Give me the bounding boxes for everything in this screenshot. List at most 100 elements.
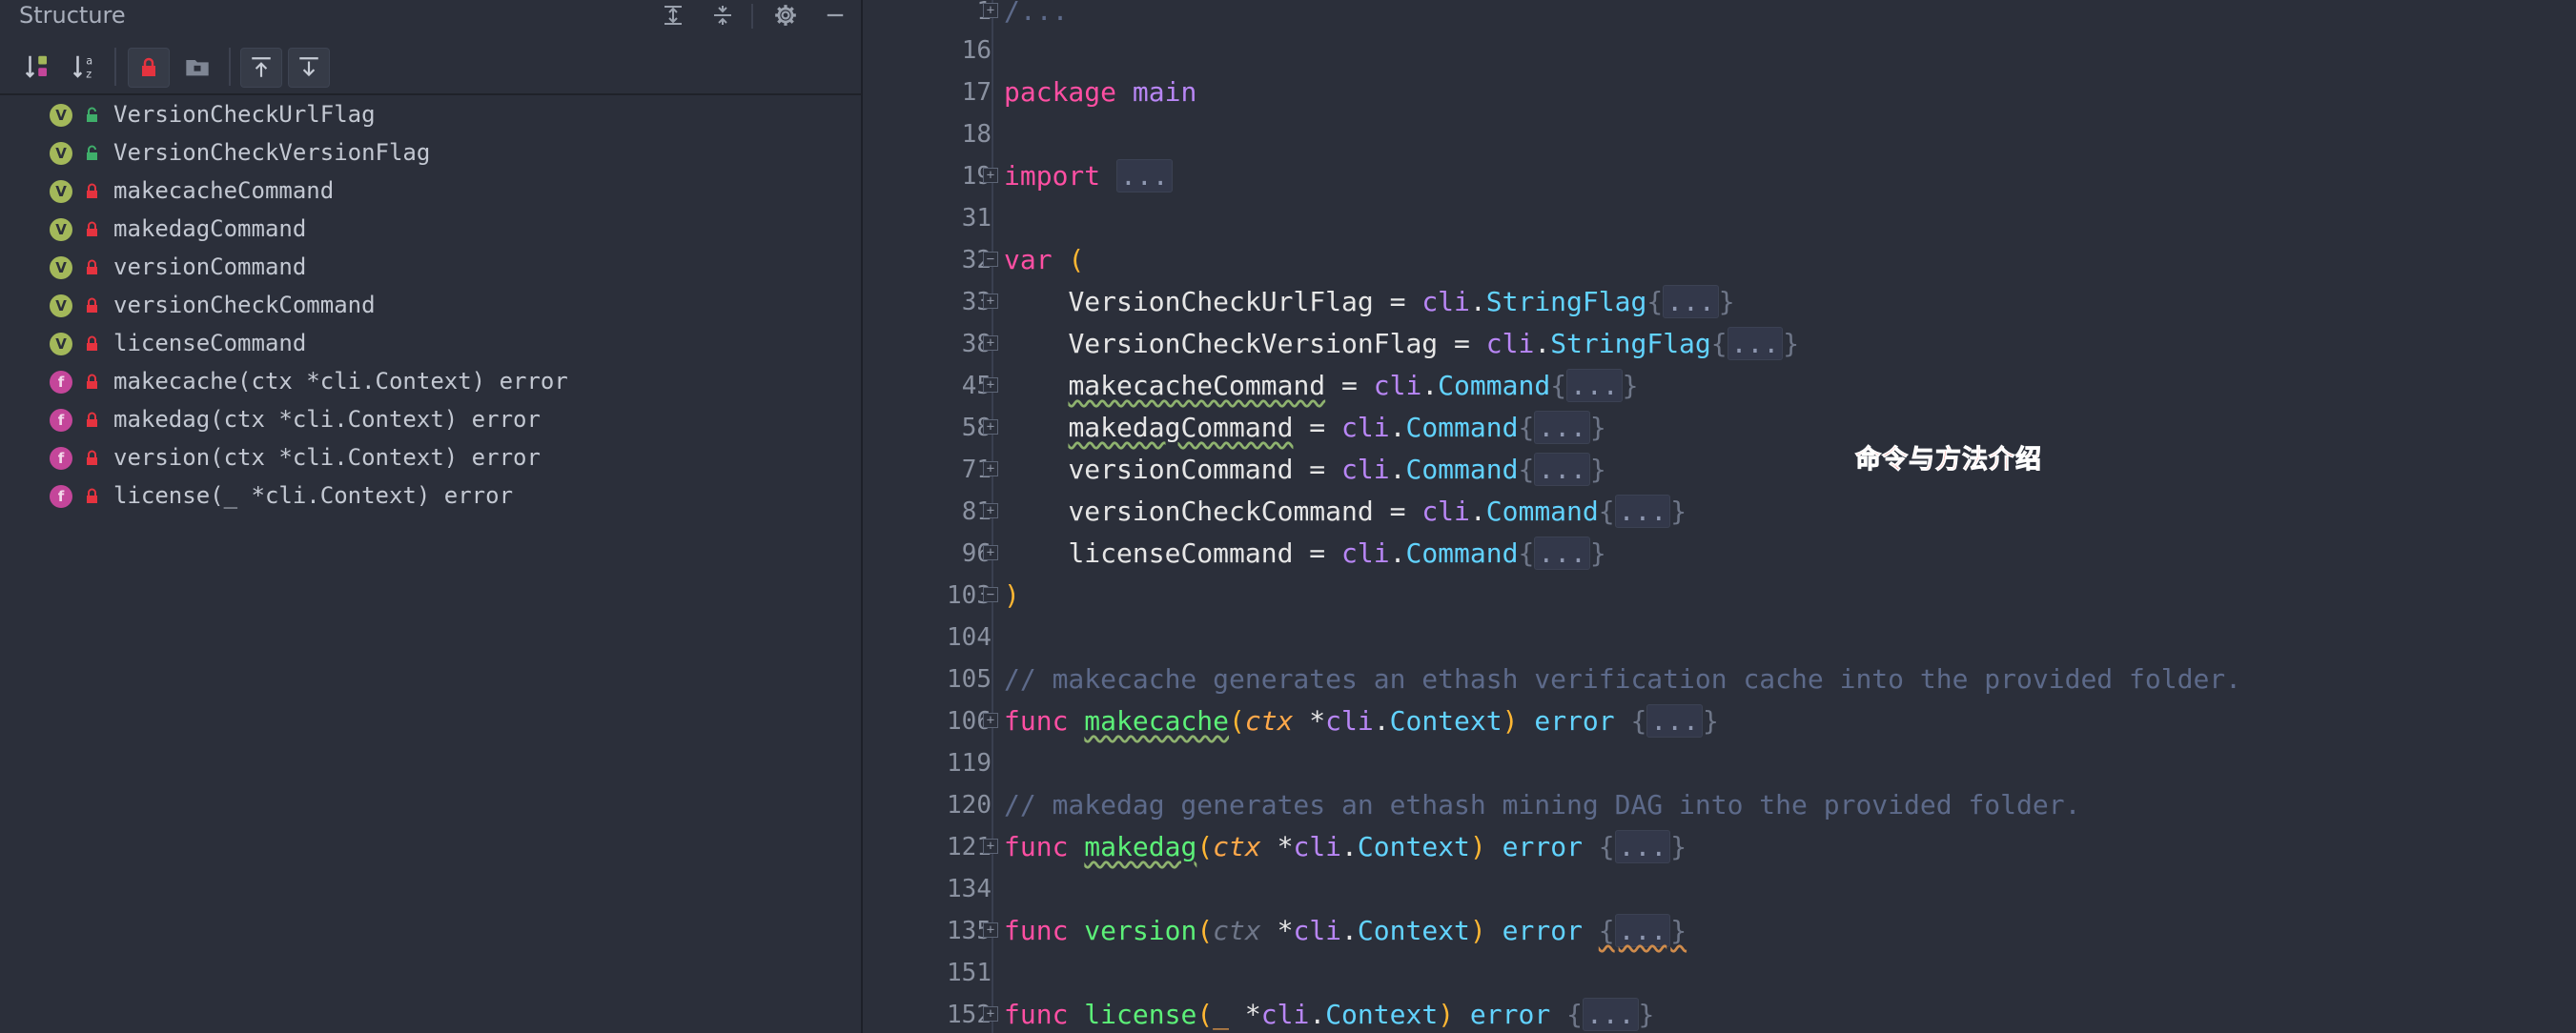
function-icon: f xyxy=(50,447,72,470)
param-name: ctx xyxy=(1213,915,1261,946)
private-lock-icon xyxy=(87,335,97,351)
fold-toggle-icon[interactable]: + xyxy=(983,335,998,351)
public-lock-icon xyxy=(87,107,97,122)
variable-icon: V xyxy=(50,218,72,241)
line-number: 16 xyxy=(961,36,992,65)
tree-item-label: makedagCommand xyxy=(113,215,307,242)
folded-block[interactable]: ... xyxy=(1614,830,1671,863)
code-line: VersionCheckVersionFlag = cli.StringFlag… xyxy=(1068,327,1800,360)
variable-icon: V xyxy=(50,104,72,127)
expand-all-icon[interactable] xyxy=(656,0,690,30)
private-lock-icon xyxy=(87,450,97,465)
tree-item[interactable]: V VersionCheckUrlFlag xyxy=(0,95,861,133)
sort-alphabetically-icon[interactable]: az xyxy=(65,48,105,86)
tree-item[interactable]: V makecacheCommand xyxy=(0,172,861,210)
package-ref: cli xyxy=(1341,412,1390,443)
fold-toggle-icon[interactable]: + xyxy=(983,419,998,435)
code-line: ) xyxy=(1004,579,1020,611)
type-ref: Command xyxy=(1405,537,1519,569)
folded-block[interactable]: ... xyxy=(1534,537,1590,570)
fold-toggle-icon[interactable]: − xyxy=(983,252,998,267)
type-ref: Command xyxy=(1405,454,1519,485)
fold-toggle-icon[interactable]: − xyxy=(983,587,998,602)
folded-block[interactable]: ... xyxy=(1614,914,1671,947)
tree-item[interactable]: V versionCheckCommand xyxy=(0,286,861,324)
fold-toggle-icon[interactable]: + xyxy=(983,461,998,476)
paren: ( xyxy=(1068,244,1085,275)
line-number: 31 xyxy=(961,204,992,233)
folded-block[interactable]: ... xyxy=(1727,327,1784,360)
param-name: ctx xyxy=(1213,831,1261,862)
variable-icon: V xyxy=(50,294,72,317)
package-ref: cli xyxy=(1341,537,1390,569)
folded-block[interactable]: ... xyxy=(1646,704,1703,738)
header-separator xyxy=(751,4,753,29)
code-editor[interactable]: 1 16 17 18 19 31 32 33 38 45 58 71 81 96… xyxy=(863,0,2576,1033)
type-ref: Context xyxy=(1357,831,1470,862)
navigate-to-source-icon[interactable] xyxy=(288,48,330,88)
private-lock-icon xyxy=(87,374,97,389)
toolbar-separator xyxy=(229,48,231,86)
function-name: license xyxy=(1084,999,1197,1030)
folded-block[interactable]: ... xyxy=(1116,159,1173,192)
folded-block[interactable]: ... xyxy=(1582,998,1639,1031)
svg-text:a: a xyxy=(86,55,92,68)
fold-toggle-icon[interactable]: + xyxy=(983,168,998,183)
private-lock-icon xyxy=(87,259,97,274)
collapse-all-icon[interactable] xyxy=(705,0,740,30)
folded-block[interactable]: ... xyxy=(1663,285,1719,318)
tree-item-label: makecache(ctx *cli.Context) error xyxy=(113,368,568,395)
folded-block[interactable]: ... xyxy=(1534,411,1590,444)
gear-icon[interactable] xyxy=(768,0,803,30)
fold-toggle-icon[interactable]: + xyxy=(983,503,998,518)
tree-item[interactable]: f version(ctx *cli.Context) error xyxy=(0,438,861,476)
function-icon: f xyxy=(50,371,72,394)
param-name: ctx xyxy=(1244,705,1294,737)
navigate-from-source-icon[interactable] xyxy=(240,48,282,88)
tree-item[interactable]: f makedag(ctx *cli.Context) error xyxy=(0,400,861,438)
minimize-icon[interactable] xyxy=(818,0,852,30)
svg-text:z: z xyxy=(86,68,92,80)
tree-item[interactable]: f makecache(ctx *cli.Context) error xyxy=(0,362,861,400)
private-lock-icon xyxy=(87,221,97,236)
return-type: error xyxy=(1534,705,1615,737)
identifier: makecacheCommand xyxy=(1068,370,1326,401)
tree-item[interactable]: V licenseCommand xyxy=(0,324,861,362)
fold-toggle-icon[interactable]: + xyxy=(983,377,998,393)
tree-item[interactable]: V makedagCommand xyxy=(0,210,861,248)
type-ref: Command xyxy=(1485,496,1599,527)
tree-item[interactable]: V versionCommand xyxy=(0,248,861,286)
annotation-label: 命令与方法介绍 xyxy=(1855,445,2042,476)
sort-by-type-icon[interactable] xyxy=(17,48,57,86)
folded-comment: /... xyxy=(1004,0,1069,27)
tree-item[interactable]: V VersionCheckVersionFlag xyxy=(0,133,861,172)
structure-toolbar: az xyxy=(0,42,861,95)
show-fields-icon[interactable] xyxy=(177,48,217,86)
show-non-public-icon[interactable] xyxy=(128,48,170,88)
line-number: 105 xyxy=(947,665,992,694)
type-ref: Command xyxy=(1405,412,1519,443)
package-ref: cli xyxy=(1325,705,1374,737)
fold-toggle-icon[interactable]: + xyxy=(983,545,998,560)
fold-toggle-icon[interactable]: + xyxy=(983,1006,998,1022)
fold-toggle-icon[interactable]: + xyxy=(983,3,998,18)
code-line: package main xyxy=(1004,76,1196,108)
line-number: 104 xyxy=(947,623,992,652)
code-line: versionCheckCommand = cli.Command{...} xyxy=(1068,495,1687,528)
line-number: 17 xyxy=(961,78,992,107)
structure-panel: Structure az V VersionCheckUrlFlag V Ver… xyxy=(0,0,863,1033)
code-line: licenseCommand = cli.Command{...} xyxy=(1068,537,1606,570)
tree-item[interactable]: f license(_ *cli.Context) error xyxy=(0,476,861,515)
fold-toggle-icon[interactable]: + xyxy=(983,922,998,938)
folded-block[interactable]: ... xyxy=(1566,369,1623,402)
keyword: package xyxy=(1004,76,1117,108)
package-ref: cli xyxy=(1293,831,1342,862)
fold-toggle-icon[interactable]: + xyxy=(983,839,998,854)
return-type: error xyxy=(1469,999,1551,1030)
line-number: 134 xyxy=(947,875,992,903)
public-lock-icon xyxy=(87,145,97,160)
folded-block[interactable]: ... xyxy=(1534,453,1590,486)
fold-toggle-icon[interactable]: + xyxy=(983,294,998,309)
fold-toggle-icon[interactable]: + xyxy=(983,713,998,728)
folded-block[interactable]: ... xyxy=(1614,495,1671,528)
